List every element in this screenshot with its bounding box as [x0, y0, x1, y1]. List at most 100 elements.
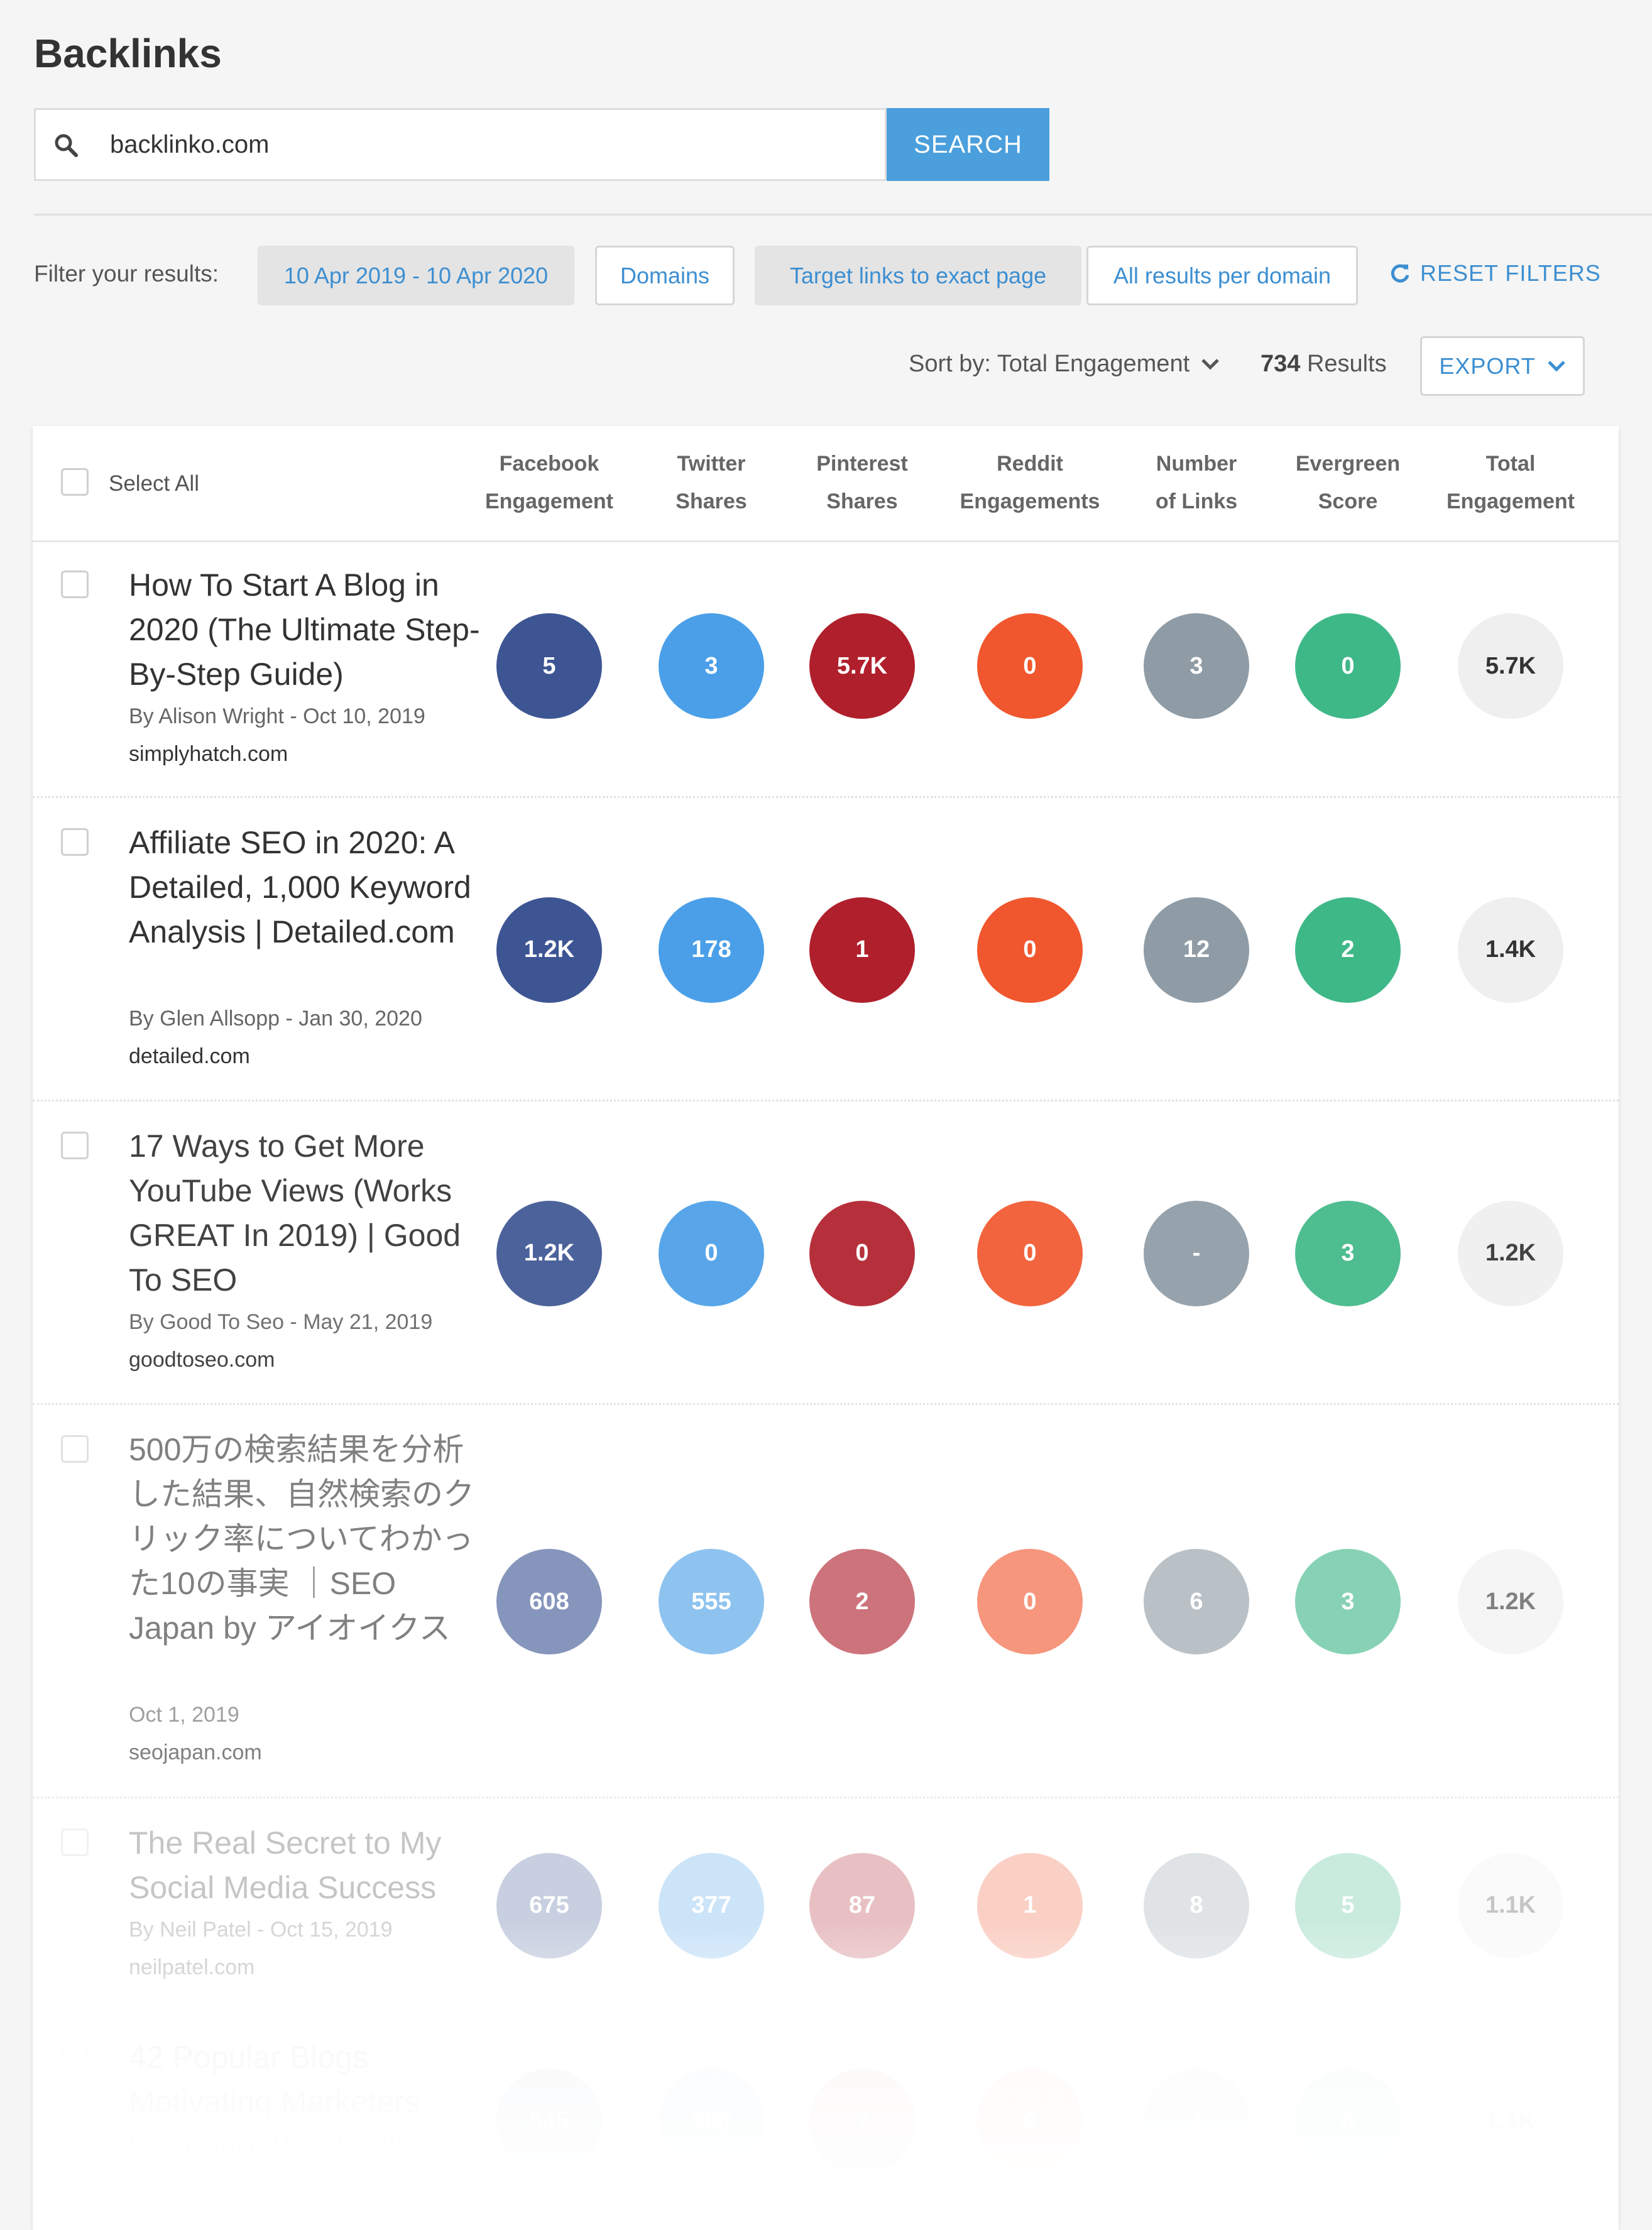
number-of-links-bubble: 3	[1144, 613, 1249, 719]
row-checkbox[interactable]	[61, 1132, 89, 1159]
column-header[interactable]: Facebook Engagement	[474, 445, 625, 520]
column-header[interactable]: Pinterest Shares	[787, 445, 938, 520]
row-author-date: By Neil Patel - Oct 15, 2019	[129, 1918, 393, 1942]
number-of-links-bubble: -	[1144, 1200, 1249, 1306]
table-row[interactable]: How To Start A Blog in 2020 (The Ultimat…	[33, 540, 1619, 798]
filter-date-range-chip[interactable]: 10 Apr 2019 - 10 Apr 2020	[258, 246, 574, 305]
total-engagement-bubble: 1.1K	[1458, 1852, 1563, 1959]
column-header-line2: of Links	[1155, 489, 1238, 513]
column-header-line1: Twitter	[677, 452, 746, 476]
reset-filters-button[interactable]: RESET FILTERS	[1389, 260, 1601, 287]
column-header-line1: Total	[1485, 452, 1536, 476]
twitter-shares-bubble: 580	[659, 2069, 764, 2174]
twitter-shares-bubble: 0	[659, 1200, 764, 1306]
export-label: EXPORT	[1439, 353, 1536, 379]
total-engagement-bubble: 1.4K	[1458, 897, 1563, 1003]
number-of-links-bubble: 12	[1144, 897, 1249, 1003]
evergreen-score-bubble: 8	[1295, 2069, 1401, 2174]
results-table: Select All Facebook Engagement Twitter Shar…	[33, 426, 1619, 2230]
search-input[interactable]	[110, 110, 864, 179]
row-title-link[interactable]: Affiliate SEO in 2020: A Detailed, 1,000…	[129, 821, 481, 954]
pinterest-shares-bubble: 0	[809, 1200, 915, 1306]
row-checkbox[interactable]	[61, 571, 89, 598]
column-header-line2: Engagement	[1446, 489, 1575, 513]
column-header-line2: Score	[1318, 489, 1378, 513]
row-title-link[interactable]: 17 Ways to Get More YouTube Views (Works…	[129, 1124, 481, 1303]
search-box[interactable]	[34, 108, 887, 181]
twitter-shares-bubble: 555	[659, 1549, 764, 1654]
pinterest-shares-bubble: 87	[809, 1852, 915, 1959]
reddit-engagements-bubble: 0	[977, 613, 1083, 719]
column-header[interactable]: Reddit Engagements	[955, 445, 1105, 520]
row-author-date: By Alison Wright - Oct 10, 2019	[129, 704, 425, 728]
results-count: 734 Results	[1261, 351, 1387, 378]
filter-all-results-per-domain-chip[interactable]: All results per domain	[1086, 246, 1358, 305]
total-engagement-bubble: 1.2K	[1458, 1549, 1563, 1654]
facebook-engagement-bubble: 675	[496, 1852, 602, 1959]
export-button[interactable]: EXPORT	[1420, 336, 1585, 396]
row-domain: neilpatel.com	[129, 1955, 255, 1979]
row-domain: contentmarketinginstitute.com	[129, 2170, 413, 2194]
results-number: 734	[1261, 351, 1301, 377]
evergreen-score-bubble: 0	[1295, 613, 1401, 719]
column-header-line1: Evergreen	[1295, 452, 1401, 476]
row-author-date: By Glen Allsopp - Jan 30, 2020	[129, 1007, 422, 1030]
table-row[interactable]: Affiliate SEO in 2020: A Detailed, 1,000…	[33, 798, 1619, 1101]
pinterest-shares-bubble: 7	[809, 2069, 915, 2174]
row-checkbox[interactable]	[61, 1828, 89, 1856]
column-header-line1: Number	[1156, 452, 1237, 476]
row-checkbox[interactable]	[61, 1435, 89, 1463]
row-author-date: Oct 1, 2019	[129, 1703, 239, 1727]
column-header[interactable]: Evergreen Score	[1272, 445, 1423, 520]
row-title-link[interactable]: 500万の検索結果を分析した結果、自然検索のクリック率についてわかった10の事実…	[129, 1428, 481, 1651]
table-header: Select All Facebook Engagement Twitter Shar…	[33, 426, 1619, 542]
table-row[interactable]: 17 Ways to Get More YouTube Views (Works…	[33, 1101, 1619, 1405]
select-all-label: Select All	[109, 471, 199, 496]
column-header[interactable]: Number of Links	[1121, 445, 1272, 520]
search-button[interactable]: SEARCH	[887, 108, 1049, 181]
reddit-engagements-bubble: 0	[977, 1200, 1083, 1306]
divider	[34, 214, 1652, 216]
results-label: Results	[1306, 351, 1387, 377]
select-all-checkbox[interactable]	[61, 468, 89, 496]
column-header-line2: Shares	[676, 489, 747, 513]
table-row[interactable]: 42 Popular Blogs Motivating Marketers By …	[33, 2013, 1619, 2230]
reddit-engagements-bubble: 1	[977, 1852, 1083, 1959]
pinterest-shares-bubble: 5.7K	[809, 613, 915, 719]
column-header-line2: Engagement	[484, 489, 614, 513]
row-domain: seojapan.com	[129, 1741, 262, 1764]
column-header[interactable]: Twitter Shares	[636, 445, 787, 520]
reddit-engagements-bubble: 0	[977, 1549, 1083, 1654]
evergreen-score-bubble: 3	[1295, 1200, 1401, 1306]
row-checkbox[interactable]	[61, 828, 89, 856]
filter-domains-chip[interactable]: Domains	[595, 246, 735, 305]
number-of-links-bubble: 8	[1144, 1852, 1249, 1959]
row-title-link[interactable]: The Real Secret to My Social Media Succe…	[129, 1821, 481, 1910]
reset-filters-label: RESET FILTERS	[1420, 260, 1601, 286]
twitter-shares-bubble: 3	[659, 613, 764, 719]
column-header-line2: Shares	[826, 489, 898, 513]
table-row[interactable]: The Real Secret to My Social Media Succe…	[33, 1798, 1619, 2013]
facebook-engagement-bubble: 1.2K	[496, 897, 602, 1003]
search-icon	[55, 134, 78, 157]
chevron-down-icon	[1547, 360, 1565, 372]
twitter-shares-bubble: 377	[659, 1852, 764, 1959]
facebook-engagement-bubble: 1.2K	[496, 1200, 602, 1306]
row-domain: simplyhatch.com	[129, 742, 288, 766]
sort-dropdown[interactable]: Sort by: Total Engagement	[909, 351, 1220, 378]
evergreen-score-bubble: 3	[1295, 1549, 1401, 1654]
row-domain: goodtoseo.com	[129, 1348, 275, 1372]
twitter-shares-bubble: 178	[659, 897, 764, 1003]
row-title-link[interactable]: How To Start A Blog in 2020 (The Ultimat…	[129, 563, 481, 697]
column-header-line1: Reddit	[997, 452, 1063, 476]
reddit-engagements-bubble: 0	[977, 2069, 1083, 2174]
pinterest-shares-bubble: 1	[809, 897, 915, 1003]
row-checkbox[interactable]	[61, 2043, 89, 2070]
facebook-engagement-bubble: 608	[496, 1549, 602, 1654]
filter-target-exact-page-chip[interactable]: Target links to exact page	[755, 246, 1081, 305]
evergreen-score-bubble: 2	[1295, 897, 1401, 1003]
table-row[interactable]: 500万の検索結果を分析した結果、自然検索のクリック率についてわかった10の事実…	[33, 1405, 1619, 1798]
column-header[interactable]: Total Engagement	[1435, 445, 1586, 520]
row-title-link[interactable]: 42 Popular Blogs Motivating Marketers	[129, 2035, 481, 2124]
facebook-engagement-bubble: 5	[496, 613, 602, 719]
